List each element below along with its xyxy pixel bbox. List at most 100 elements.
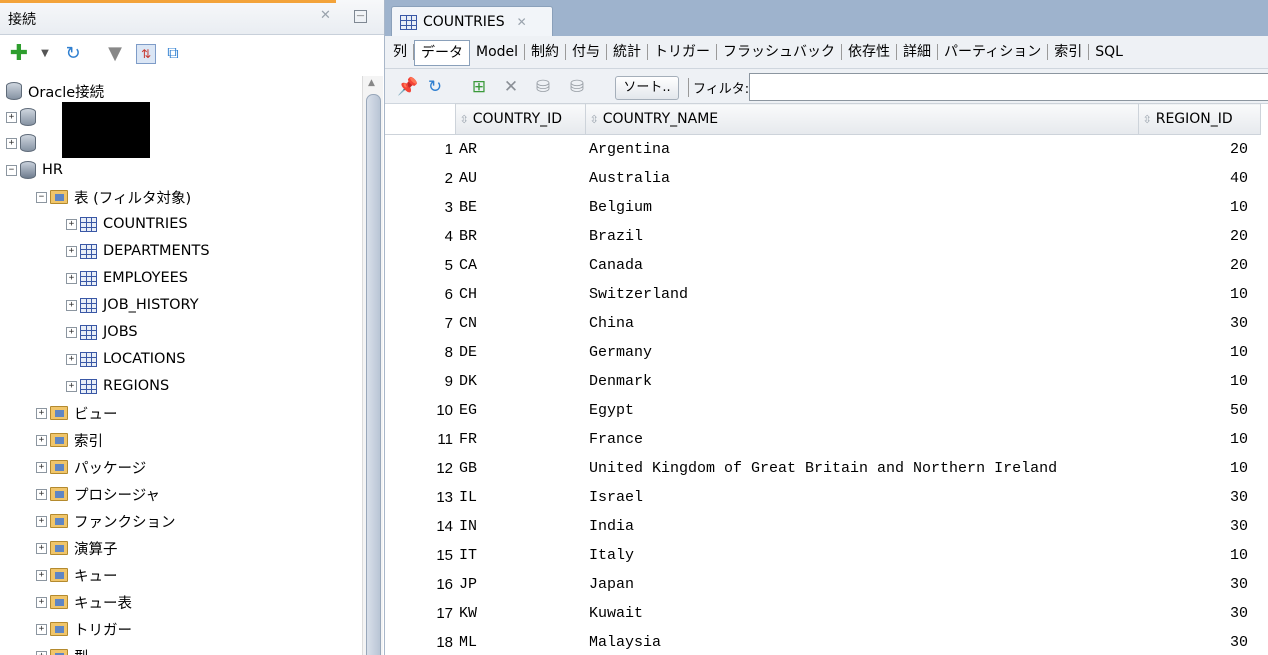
expand-icon[interactable]: + (36, 542, 47, 554)
row-number[interactable]: 16 (385, 570, 455, 599)
table-row[interactable]: 15 IT Italy 10 (385, 541, 1260, 570)
tree-root-oracle-connections[interactable]: Oracle接続 (6, 78, 104, 104)
tree-folder-queues[interactable]: + キュー (36, 562, 118, 588)
subtab-dependencies[interactable]: 依存性 (842, 44, 898, 60)
close-panel-icon[interactable]: ✕ (320, 8, 331, 23)
cell-region-id[interactable]: 30 (1138, 483, 1260, 512)
subtab-statistics[interactable]: 統計 (607, 44, 649, 60)
filter-input[interactable] (749, 73, 1268, 101)
tree-table-countries[interactable]: + COUNTRIES (66, 211, 188, 237)
subtab-partitions[interactable]: パーティション (938, 44, 1049, 60)
tree-connection-hidden-1[interactable]: + (6, 104, 42, 130)
expand-icon[interactable]: + (66, 218, 77, 230)
table-row[interactable]: 13 IL Israel 30 (385, 483, 1260, 512)
row-number[interactable]: 10 (385, 396, 455, 425)
cell-region-id[interactable]: 10 (1138, 338, 1260, 367)
cell-country-id[interactable]: IN (455, 512, 585, 541)
row-number[interactable]: 5 (385, 251, 455, 280)
add-connection-icon[interactable]: ✚ (10, 41, 28, 66)
table-row[interactable]: 1 AR Argentina 20 (385, 135, 1260, 165)
cell-region-id[interactable]: 30 (1138, 512, 1260, 541)
cell-country-name[interactable]: Malaysia (585, 628, 1138, 655)
delete-row-icon[interactable]: ✕ (501, 77, 521, 97)
cell-region-id[interactable]: 30 (1138, 599, 1260, 628)
cell-region-id[interactable]: 30 (1138, 309, 1260, 338)
expand-icon[interactable]: + (66, 272, 77, 284)
table-row[interactable]: 9 DK Denmark 10 (385, 367, 1260, 396)
cell-region-id[interactable]: 10 (1138, 280, 1260, 309)
row-number[interactable]: 3 (385, 193, 455, 222)
cell-country-name[interactable]: France (585, 425, 1138, 454)
cell-country-id[interactable]: GB (455, 454, 585, 483)
cell-region-id[interactable]: 10 (1138, 193, 1260, 222)
column-header-region-id[interactable]: ⇳ REGION_ID (1137, 103, 1261, 135)
cell-country-id[interactable]: KW (455, 599, 585, 628)
cell-country-id[interactable]: AR (455, 135, 585, 165)
collapse-all-icon[interactable]: ⧉ (164, 43, 182, 62)
refresh-icon[interactable]: ↻ (64, 43, 82, 64)
cell-country-name[interactable]: Belgium (585, 193, 1138, 222)
cell-country-name[interactable]: China (585, 309, 1138, 338)
refresh-icon[interactable]: ↻ (425, 77, 445, 97)
cell-country-name[interactable]: Kuwait (585, 599, 1138, 628)
cell-region-id[interactable]: 10 (1138, 541, 1260, 570)
expand-icon[interactable]: + (36, 650, 47, 655)
cell-country-id[interactable]: FR (455, 425, 585, 454)
tab-countries[interactable]: COUNTRIES ✕ (391, 6, 553, 37)
expand-icon[interactable]: + (36, 515, 47, 527)
tree-folder-functions[interactable]: + ファンクション (36, 508, 176, 534)
cell-country-id[interactable]: JP (455, 570, 585, 599)
tree-folder-operators[interactable]: + 演算子 (36, 535, 118, 561)
cell-region-id[interactable]: 10 (1138, 425, 1260, 454)
subtab-columns[interactable]: 列 (385, 44, 414, 60)
tree-table-employees[interactable]: + EMPLOYEES (66, 265, 188, 291)
row-number[interactable]: 14 (385, 512, 455, 541)
tree-table-departments[interactable]: + DEPARTMENTS (66, 238, 210, 264)
expand-icon[interactable]: + (66, 353, 77, 365)
expand-icon[interactable]: + (36, 596, 47, 608)
cell-country-id[interactable]: CH (455, 280, 585, 309)
cell-region-id[interactable]: 20 (1138, 222, 1260, 251)
cell-country-id[interactable]: EG (455, 396, 585, 425)
cell-region-id[interactable]: 10 (1138, 367, 1260, 396)
cell-region-id[interactable]: 40 (1138, 164, 1260, 193)
cell-region-id[interactable]: 30 (1138, 628, 1260, 655)
cell-country-id[interactable]: AU (455, 164, 585, 193)
cell-country-name[interactable]: Argentina (585, 135, 1138, 165)
tree-table-job-history[interactable]: + JOB_HISTORY (66, 292, 199, 318)
row-number[interactable]: 7 (385, 309, 455, 338)
tree-table-regions[interactable]: + REGIONS (66, 373, 169, 399)
tree-folder-views[interactable]: + ビュー (36, 400, 118, 426)
table-row[interactable]: 12 GB United Kingdom of Great Britain and … (385, 454, 1260, 483)
cell-country-name[interactable]: India (585, 512, 1138, 541)
table-row[interactable]: 16 JP Japan 30 (385, 570, 1260, 599)
sort-button[interactable]: ソート.. (615, 76, 679, 100)
expand-icon[interactable]: + (36, 569, 47, 581)
cell-country-name[interactable]: Switzerland (585, 280, 1138, 309)
tree-folder-queue-tables[interactable]: + キュー表 (36, 589, 132, 615)
tree-folder-types[interactable]: +型 (36, 643, 89, 655)
cell-region-id[interactable]: 20 (1138, 135, 1260, 165)
expand-icon[interactable]: + (36, 623, 47, 635)
scrollbar-thumb[interactable] (366, 94, 381, 655)
table-row[interactable]: 8 DE Germany 10 (385, 338, 1260, 367)
cell-country-name[interactable]: Brazil (585, 222, 1138, 251)
cell-region-id[interactable]: 20 (1138, 251, 1260, 280)
expand-icon[interactable]: + (36, 488, 47, 500)
table-row[interactable]: 7 CN China 30 (385, 309, 1260, 338)
collapse-icon[interactable]: − (36, 191, 47, 203)
table-row[interactable]: 5 CA Canada 20 (385, 251, 1260, 280)
cell-country-name[interactable]: Germany (585, 338, 1138, 367)
tree-table-jobs[interactable]: + JOBS (66, 319, 138, 345)
scroll-up-icon[interactable]: ▲ (368, 78, 375, 88)
tree-table-locations[interactable]: + LOCATIONS (66, 346, 186, 372)
insert-row-icon[interactable]: ⊞ (469, 77, 489, 97)
row-number[interactable]: 18 (385, 628, 455, 655)
expand-icon[interactable]: + (36, 407, 47, 419)
cell-country-id[interactable]: CA (455, 251, 585, 280)
column-header-country-id[interactable]: ⇳ COUNTRY_ID (454, 103, 586, 135)
expand-icon[interactable]: + (6, 137, 17, 149)
cell-country-name[interactable]: Israel (585, 483, 1138, 512)
cell-country-id[interactable]: IT (455, 541, 585, 570)
table-row[interactable]: 10 EG Egypt 50 (385, 396, 1260, 425)
